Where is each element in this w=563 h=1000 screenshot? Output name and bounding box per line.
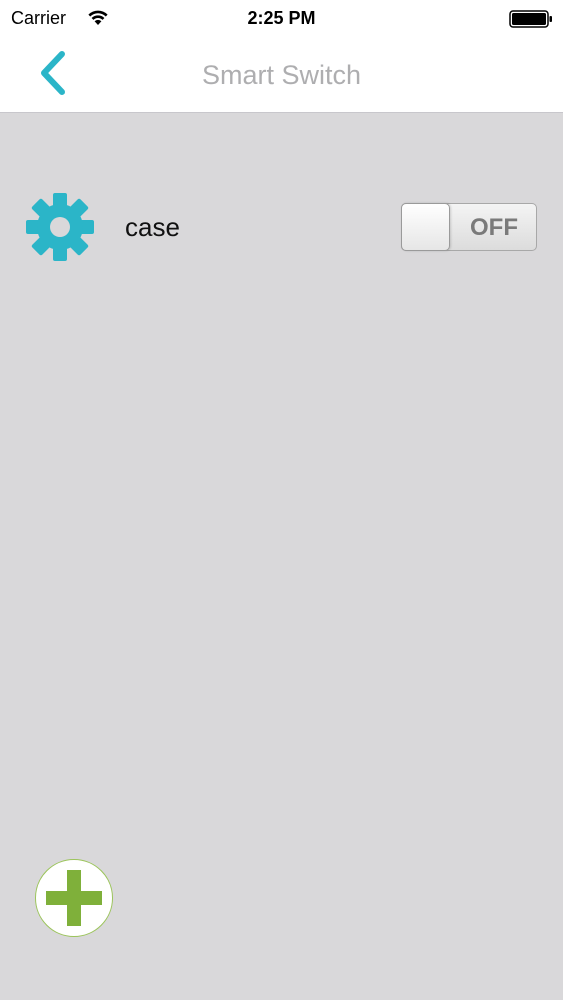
status-time: 2:25 PM — [247, 8, 316, 28]
gear-icon — [24, 191, 96, 263]
navigation-bar: Smart Switch — [0, 36, 563, 113]
back-button[interactable] — [28, 48, 78, 98]
toggle-state-label: OFF — [470, 214, 518, 241]
device-name: case — [125, 212, 180, 242]
plus-icon — [46, 870, 102, 926]
page-title: Smart Switch — [201, 60, 362, 90]
toggle-knob[interactable] — [401, 203, 450, 251]
battery-full-icon — [509, 10, 553, 28]
add-device-button[interactable] — [35, 859, 113, 937]
chevron-left-icon — [41, 51, 65, 95]
device-switch-toggle[interactable]: OFF — [401, 203, 537, 251]
status-bar: Carrier 2:25 PM — [0, 0, 563, 36]
device-row: case OFF — [0, 185, 563, 271]
